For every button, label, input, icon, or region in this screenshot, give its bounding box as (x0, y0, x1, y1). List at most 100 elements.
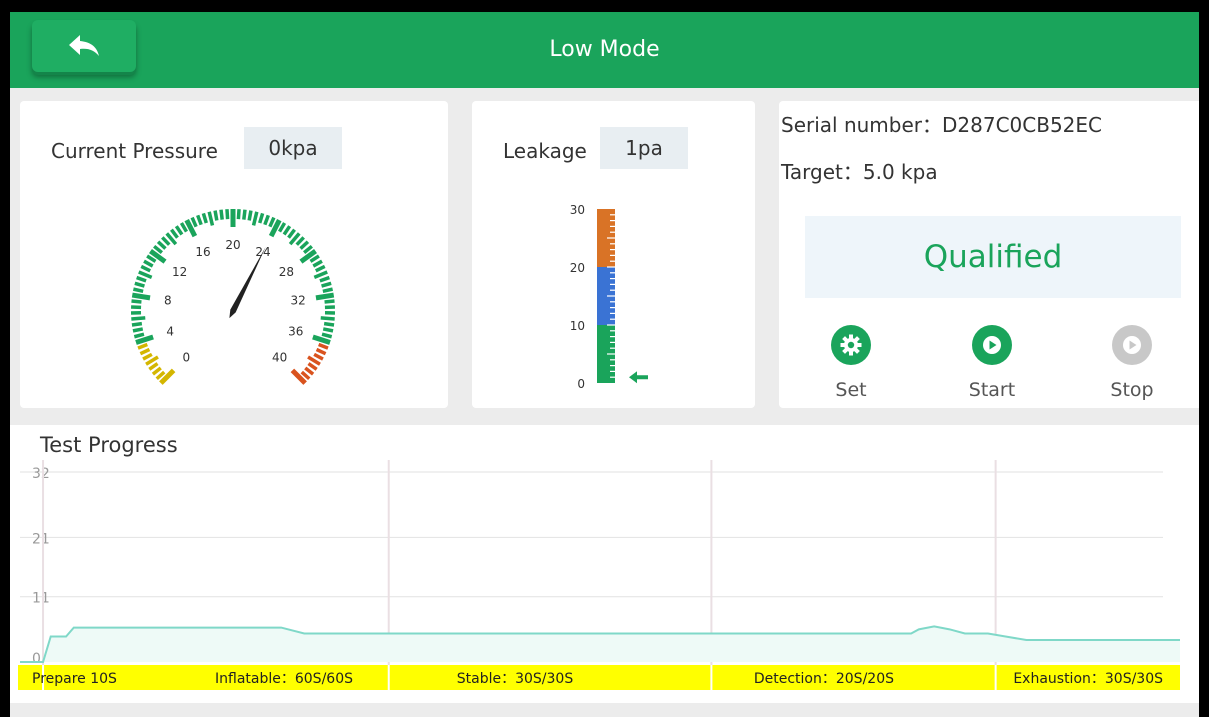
gauge-tick (201, 212, 208, 224)
stop-play-icon (1112, 325, 1152, 365)
gauge-tick (225, 209, 230, 220)
chart-y-tick-label: 11 (32, 591, 50, 607)
gauge-tick (196, 214, 203, 226)
back-button[interactable] (32, 20, 136, 72)
gauge-tick (151, 366, 162, 376)
gauge-tick (321, 332, 333, 339)
stage-label: Exhaustion：30S/30S (1013, 671, 1163, 687)
pressure-panel: Current Pressure 0kpa 048121620242832364… (20, 101, 448, 408)
gauge-tick-label: 4 (166, 324, 174, 338)
gauge-tick (161, 236, 171, 246)
gauge-tick (236, 209, 241, 220)
gauge-tick (251, 211, 259, 226)
gauge-tick (315, 264, 326, 273)
start-button[interactable]: Start (952, 325, 1032, 401)
set-button[interactable]: Set (811, 325, 891, 401)
gauge-tick (174, 225, 184, 236)
leak-scale-label: 0 (577, 377, 585, 391)
test-progress-panel: Test Progress 32 21 11 0 Prepare 10S Inflatab… (10, 425, 1199, 703)
target-pressure: Target：5.0 kpa (781, 160, 938, 184)
gauge-tick (287, 228, 296, 239)
stop-label: Stop (1110, 379, 1154, 401)
gauge-tick-label: 40 (272, 351, 287, 365)
gauge-tick (321, 281, 332, 288)
gauge-tick-label: 8 (164, 294, 172, 308)
gauge-tick (304, 366, 315, 376)
chart-y-tick-label: 21 (32, 531, 50, 547)
app-screen: Low Mode Current Pressure 0kpa 0 4 8 12 16 20… (10, 12, 1199, 717)
gear-icon (831, 325, 871, 365)
gauge-tick (137, 342, 148, 350)
gauge-tick (320, 316, 335, 321)
gauge-tick (139, 347, 151, 356)
gauge-tick (148, 362, 159, 371)
gauge-tick (213, 210, 219, 221)
gauge-tick (132, 287, 144, 293)
gauge-tick (138, 270, 153, 279)
play-icon (972, 325, 1012, 365)
gauge-tick (131, 316, 146, 321)
gauge-tick (322, 287, 334, 293)
gauge-tick-label: 0 (183, 351, 191, 365)
gauge-tick (247, 210, 253, 221)
result-status: Qualified (805, 216, 1181, 298)
page-title: Low Mode (549, 37, 660, 62)
gauge-tick (131, 321, 143, 327)
gauge-tick (132, 327, 144, 333)
stop-button[interactable]: Stop (1092, 325, 1172, 401)
gauge-tick (295, 236, 305, 246)
gauge-tick (313, 270, 328, 279)
gauge-tick (268, 216, 276, 228)
gauge-tick (319, 275, 330, 283)
gauge-tick (133, 332, 145, 339)
leak-indicator-arrow-icon (629, 371, 648, 384)
gauge-tick (307, 362, 318, 371)
stage-label: Inflatable：60S/60S (215, 671, 353, 687)
gauge-tick (312, 259, 323, 268)
gauge-tick (134, 281, 145, 288)
stage-label: Prepare 10S (32, 671, 117, 687)
gauge-tick (242, 209, 247, 220)
gauge-tick (179, 222, 188, 233)
leak-scale-label: 30 (570, 203, 585, 217)
gauge-tick-label: 16 (195, 245, 210, 259)
stage-bar (18, 665, 1180, 690)
stage-label: Stable：30S/30S (457, 671, 574, 687)
gauge-tick-label: 20 (225, 238, 240, 252)
gauge-tick (299, 240, 310, 250)
back-arrow-icon (69, 35, 99, 56)
gauge-tick (131, 299, 142, 304)
chart-y-tick-label: 32 (32, 466, 50, 482)
gauge-tick-label: 28 (279, 265, 294, 279)
gauge-tick (313, 352, 324, 361)
gauge-tick (136, 275, 147, 283)
header-bar: Low Mode (10, 12, 1199, 88)
start-label: Start (968, 379, 1016, 401)
stage-label: Detection：20S/20S (754, 671, 894, 687)
gauge-tick (190, 216, 198, 228)
gauge-tick (142, 352, 153, 361)
gauge-tick (282, 225, 292, 236)
gauge-tick (207, 211, 215, 226)
pressure-area (20, 626, 1180, 662)
gauge-tick (324, 299, 335, 304)
gauge-tick-label: 36 (288, 324, 303, 338)
leakage-meter: 0 10 20 30 (570, 203, 648, 391)
gauge-needle (229, 246, 266, 319)
info-panel: Serial number：D287C0CB52EC Target：5.0 kp… (779, 101, 1199, 408)
gauge-tick-label: 12 (172, 265, 187, 279)
serial-number: Serial number：D287C0CB52EC (781, 113, 1103, 137)
gauge-tick (263, 214, 270, 226)
gauge-tick-label: 32 (291, 294, 306, 308)
gauge-tick (219, 209, 224, 220)
gauge-tick (170, 228, 179, 239)
leak-scale-label: 10 (570, 319, 585, 333)
gauge-tick (140, 264, 151, 273)
gauge-tick (135, 334, 154, 345)
gauge-tick (323, 321, 335, 327)
set-label: Set (835, 379, 867, 401)
gauge-tick (278, 222, 287, 233)
pressure-gauge: 0481216202428323640 (130, 209, 336, 385)
gauge-tick (322, 327, 334, 333)
gauge-tick (315, 292, 335, 301)
